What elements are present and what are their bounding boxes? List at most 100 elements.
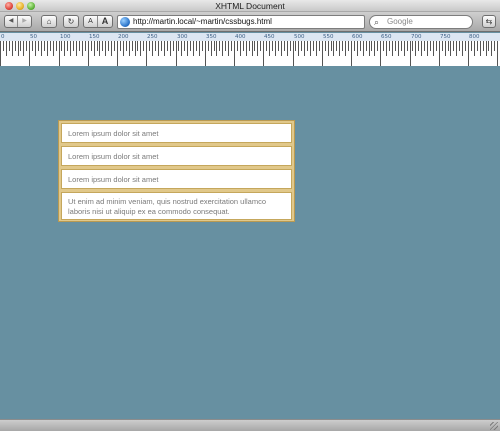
ruler-tick: [325, 41, 326, 51]
ruler-tick: [333, 41, 334, 56]
ruler-tick: [135, 41, 136, 56]
ruler-tick: [132, 41, 133, 51]
ruler-tick: [488, 41, 489, 51]
ruler-tick: [442, 41, 443, 51]
ruler-tick: [117, 41, 118, 66]
ruler-tick: [257, 41, 258, 56]
ruler-tick: [392, 41, 393, 56]
ruler-tick: [354, 41, 355, 51]
address-bar[interactable]: http://martin.local/~martin/cssbugs.html…: [117, 15, 373, 29]
reload-button[interactable]: ↻: [63, 15, 79, 28]
ruler-tick: [366, 41, 367, 51]
ruler-tick: [316, 41, 317, 56]
ruler-tick: [208, 41, 209, 51]
window-title-bar: XHTML Document: [0, 0, 500, 12]
list-item: Ut enim ad minim veniam, quis nostrud ex…: [61, 192, 292, 220]
ruler-tick: [272, 41, 273, 51]
ruler-tick: [436, 41, 437, 51]
ruler-tick: [123, 41, 124, 56]
ruler-tick: [155, 41, 156, 51]
ruler-tick: [254, 41, 255, 51]
ruler-tick: [216, 41, 217, 56]
list-item: Lorem ipsum dolor sit amet: [61, 169, 292, 189]
ruler-tick: [111, 41, 112, 56]
home-button[interactable]: ⌂: [41, 15, 57, 28]
ruler-tick: [263, 41, 264, 66]
text-smaller-button[interactable]: A: [84, 16, 98, 27]
ruler-tick: [322, 41, 323, 66]
window-title: XHTML Document: [215, 1, 285, 11]
ruler-tick: [108, 41, 109, 51]
ruler-tick: [404, 41, 405, 56]
ruler-tick: [70, 41, 71, 56]
ruler-tick: [377, 41, 378, 51]
ruler-tick: [47, 41, 48, 56]
ruler-tick: [120, 41, 121, 51]
text-larger-button[interactable]: A: [98, 16, 112, 27]
ruler-tick: [389, 41, 390, 51]
ruler-tick: [260, 41, 261, 51]
ruler-label: 800: [469, 34, 480, 40]
ruler-tick: [287, 41, 288, 56]
ruler-tick: [6, 41, 7, 56]
ruler-tick: [137, 41, 138, 51]
ruler-label: 600: [352, 34, 363, 40]
back-button[interactable]: ◀: [5, 16, 18, 27]
ruler-tick: [161, 41, 162, 51]
list-item: Lorem ipsum dolor sit amet: [61, 123, 292, 143]
ruler-tick: [91, 41, 92, 51]
ruler-tick: [301, 41, 302, 51]
ruler-label: 450: [264, 34, 275, 40]
ruler-tick: [85, 41, 86, 51]
ruler-label: 300: [177, 34, 188, 40]
text-size-buttons: A A: [83, 15, 113, 28]
ruler-tick: [456, 41, 457, 56]
snapback-icon: ⇆: [485, 17, 493, 26]
ruler-tick: [146, 41, 147, 66]
ruler-tick: [374, 41, 375, 56]
snapback-button[interactable]: ⇆: [482, 15, 496, 28]
ruler-label: 100: [60, 34, 71, 40]
ruler-tick: [44, 41, 45, 51]
ruler-tick: [474, 41, 475, 56]
ruler-tick: [205, 41, 206, 66]
ruler-tick: [430, 41, 431, 51]
navigation-buttons: ◀ ▶: [4, 15, 32, 28]
ruler-tick: [56, 41, 57, 51]
ruler-tick: [193, 41, 194, 56]
browser-toolbar: ◀ ▶ ⌂ ↻ A A http://martin.local/~martin/…: [0, 12, 500, 32]
ruler-tick: [415, 41, 416, 56]
ruler-label: 150: [89, 34, 100, 40]
ruler-label: 750: [440, 34, 451, 40]
ruler-tick: [427, 41, 428, 56]
ruler-tick: [386, 41, 387, 56]
ruler-tick: [293, 41, 294, 66]
resize-grip-icon[interactable]: [490, 422, 498, 430]
ruler-tick: [307, 41, 308, 51]
ruler-tick: [252, 41, 253, 56]
ruler-tick: [53, 41, 54, 56]
ruler-tick: [211, 41, 212, 56]
ruler-tick: [59, 41, 60, 66]
status-bar: [0, 419, 500, 431]
ruler-tick: [67, 41, 68, 51]
ruler-tick: [214, 41, 215, 51]
ruler-tick: [439, 41, 440, 66]
search-field[interactable]: ⌕ Google: [369, 15, 473, 29]
ruler-tick: [275, 41, 276, 56]
forward-button[interactable]: ▶: [18, 16, 31, 27]
ruler-tick: [284, 41, 285, 51]
ruler-tick: [140, 41, 141, 56]
ruler-tick: [29, 41, 30, 66]
ruler-tick: [269, 41, 270, 56]
ruler-label: 200: [118, 34, 129, 40]
ruler-tick: [105, 41, 106, 56]
ruler-label: 500: [294, 34, 305, 40]
ruler-tick: [50, 41, 51, 51]
ruler-tick: [410, 41, 411, 66]
ruler-tick: [237, 41, 238, 51]
url-field[interactable]: http://martin.local/~martin/cssbugs.html: [133, 16, 272, 28]
ruler-tick: [468, 41, 469, 66]
ruler-tick: [486, 41, 487, 56]
search-icon: ⌕: [374, 17, 380, 27]
